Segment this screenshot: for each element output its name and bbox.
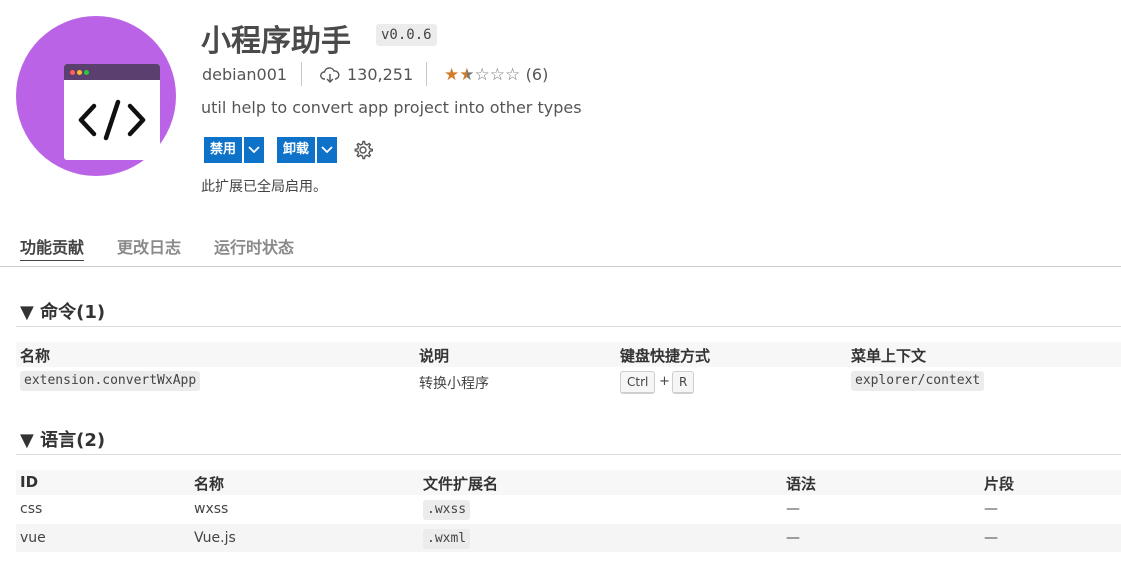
enabled-status-text: 此扩展已全局启用。: [201, 179, 327, 195]
tab-runtime-status[interactable]: 运行时状态: [214, 234, 294, 258]
command-description: 转换小程序: [419, 376, 489, 392]
install-count: 130,251: [347, 65, 414, 84]
disable-button-label: 禁用: [210, 142, 237, 157]
commands-section-header[interactable]: ▼ 命令(1): [20, 298, 105, 324]
uninstall-button-label: 卸载: [283, 142, 310, 157]
language-grammar: —: [786, 501, 800, 517]
publisher-link[interactable]: debian001: [202, 63, 287, 87]
col-id: ID: [20, 473, 39, 491]
rating-count: (6): [525, 65, 549, 84]
col-snippets: 片段: [984, 475, 1015, 493]
col-description: 说明: [419, 347, 450, 365]
language-name: Vue.js: [194, 530, 236, 546]
star-empty-icon: ☆: [474, 65, 490, 85]
section-divider: [16, 454, 1121, 455]
extension-description: util help to convert app project into ot…: [201, 98, 582, 117]
table-row: [16, 524, 1121, 552]
col-file-extensions: 文件扩展名: [423, 475, 499, 493]
col-name: 名称: [20, 347, 51, 365]
section-divider: [16, 326, 1121, 327]
disable-button[interactable]: 禁用: [204, 137, 265, 163]
download-cloud-icon: [320, 67, 340, 83]
key-ctrl: Ctrl: [620, 371, 656, 394]
language-id: vue: [20, 530, 46, 546]
uninstall-button[interactable]: 卸载: [277, 137, 338, 163]
language-name: wxss: [194, 501, 229, 517]
extension-logo: [16, 16, 176, 176]
tab-changelog[interactable]: 更改日志: [117, 234, 181, 258]
tab-contributions[interactable]: 功能贡献: [20, 234, 85, 261]
divider: [426, 62, 427, 86]
extension-title: 小程序助手: [201, 24, 351, 59]
languages-section-title: 语言(2): [40, 430, 106, 451]
star-full-icon: ★: [444, 65, 460, 85]
uninstall-dropdown-button[interactable]: [317, 137, 337, 163]
language-extension: .wxml: [423, 529, 471, 549]
star-empty-icon: ☆: [489, 65, 505, 85]
triangle-down-icon: ▼: [20, 302, 34, 323]
disable-dropdown-button[interactable]: [244, 137, 264, 163]
language-snippets: —: [984, 530, 998, 546]
col-grammar: 语法: [786, 475, 817, 493]
version-badge: v0.0.6: [376, 24, 437, 46]
key-r: R: [672, 371, 695, 394]
commands-section-title: 命令(1): [40, 302, 106, 323]
menu-context-value: explorer/context: [851, 371, 985, 391]
star-empty-icon: ☆: [505, 65, 521, 85]
gear-icon[interactable]: [352, 139, 374, 161]
language-extension: .wxss: [423, 500, 471, 520]
col-menu-context: 菜单上下文: [851, 347, 927, 365]
divider: [301, 62, 302, 86]
chevron-down-icon: [321, 146, 333, 154]
col-lang-name: 名称: [194, 475, 225, 493]
tab-divider: [0, 266, 1121, 267]
code-window-icon: [64, 64, 160, 160]
language-snippets: —: [984, 501, 998, 517]
col-keybinding: 键盘快捷方式: [620, 347, 711, 365]
languages-section-header[interactable]: ▼ 语言(2): [20, 426, 105, 452]
language-id: css: [20, 501, 43, 517]
code-brackets-icon: [78, 99, 146, 141]
key-plus: +: [659, 374, 670, 389]
language-grammar: —: [786, 530, 800, 546]
chevron-down-icon: [248, 146, 260, 154]
rating-stars[interactable]: ★★☆☆☆ (6): [444, 63, 548, 87]
commands-table-header: [16, 342, 1121, 367]
command-id: extension.convertWxApp: [20, 371, 201, 391]
star-half-icon: ★: [459, 65, 475, 85]
languages-table-header: [16, 470, 1121, 495]
triangle-down-icon: ▼: [20, 430, 34, 451]
